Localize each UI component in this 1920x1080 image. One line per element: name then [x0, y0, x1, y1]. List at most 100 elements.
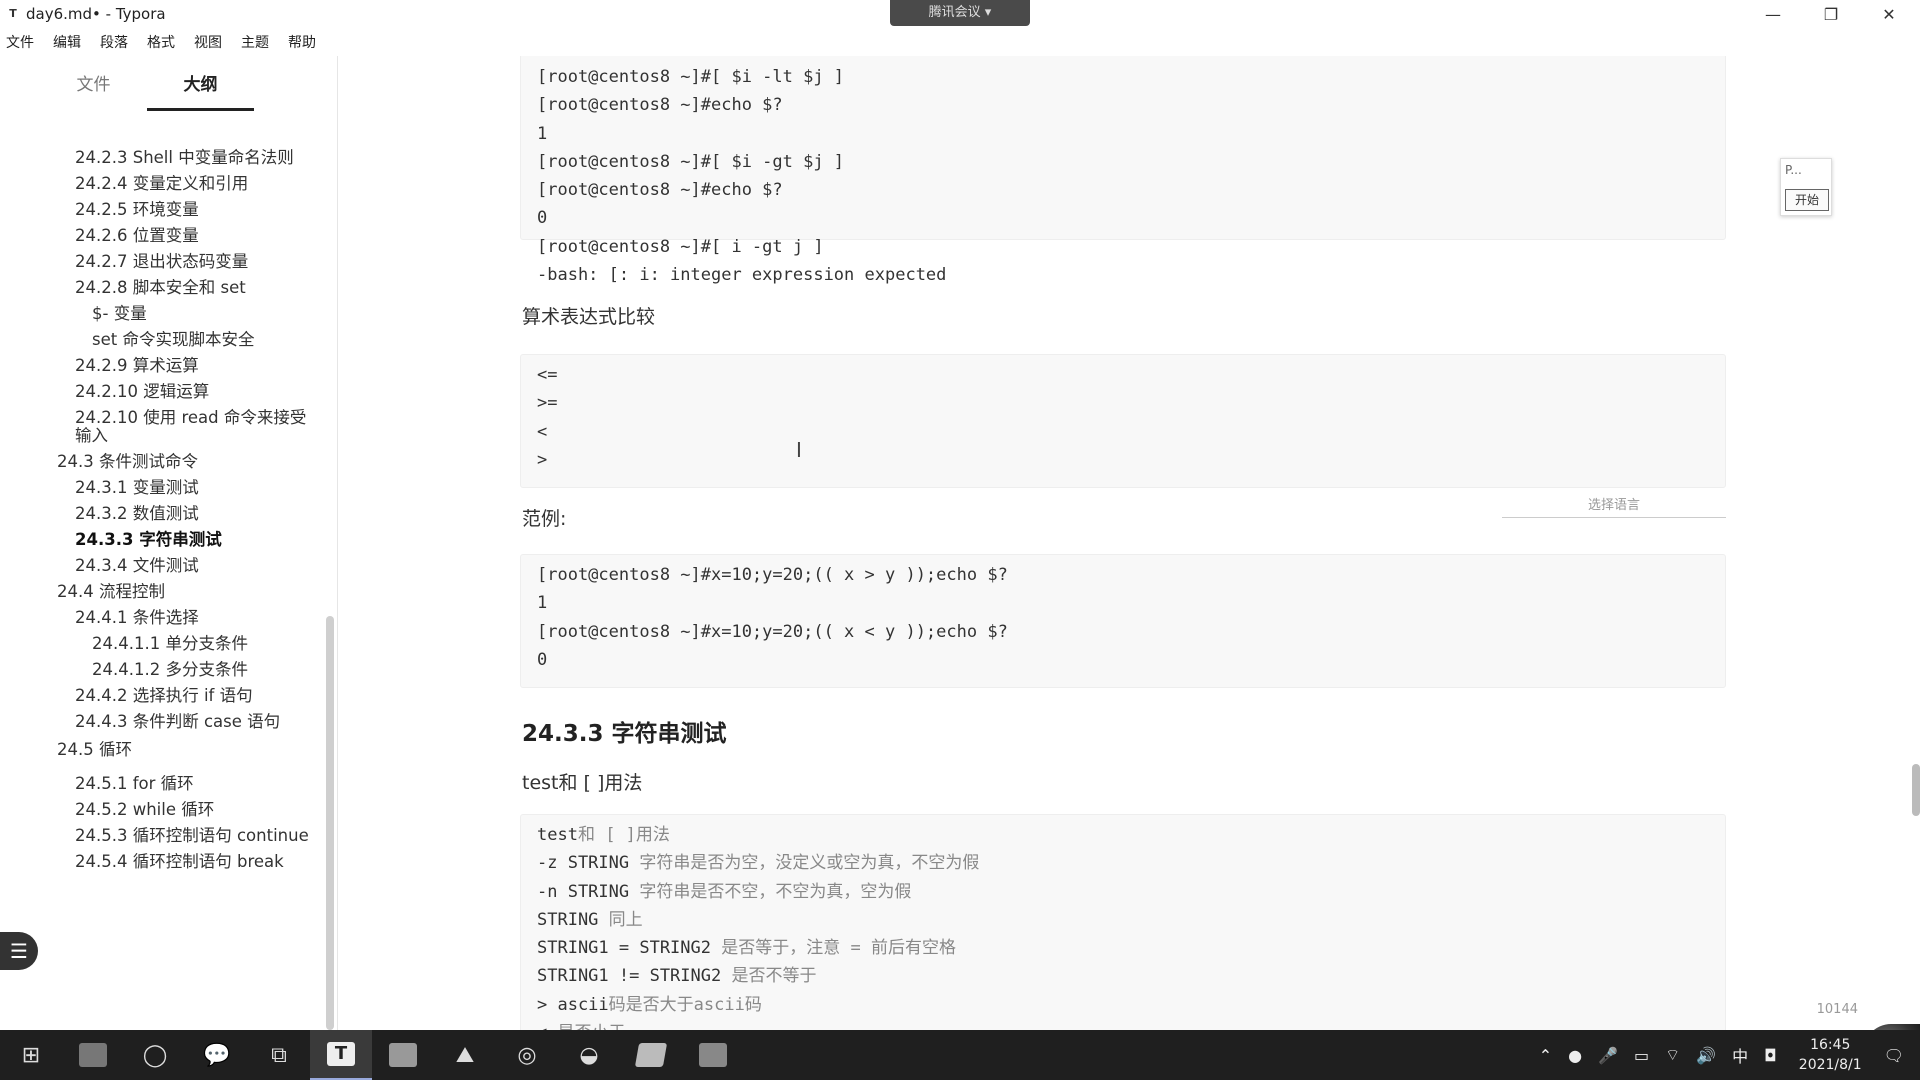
code-line: >=: [537, 393, 558, 414]
outline-item[interactable]: 24.5.3 循环控制语句 continue: [75, 822, 309, 846]
spiral-app-icon[interactable]: ◒: [558, 1030, 620, 1080]
window-title: day6.md• - Typora: [26, 5, 166, 23]
code-line: [root@centos8 ~]#echo $?: [537, 95, 783, 116]
code-line: -bash: [: i: integer expression expected: [537, 265, 947, 286]
start-button[interactable]: 开始: [1785, 189, 1829, 211]
outline-item[interactable]: 24.4.1 条件选择: [75, 604, 199, 628]
meeting-indicator[interactable]: 腾讯会议 ▾: [890, 0, 1030, 26]
notification-icon[interactable]: 🗨: [1884, 1046, 1904, 1065]
code-block-string-test[interactable]: test和 [ ]用法 -z STRING 字符串是否为空，没定义或空为真，不空为…: [520, 814, 1726, 1030]
outline-item[interactable]: 24.3.2 数值测试: [75, 500, 199, 524]
outline-item[interactable]: 24.2.4 变量定义和引用: [75, 170, 248, 194]
code-text: STRING1 != STRING2: [537, 966, 732, 987]
menu-view[interactable]: 视图: [194, 32, 222, 52]
code-text: <: [537, 1023, 557, 1030]
typora-app-icon: T: [9, 7, 17, 20]
system-tray: ⌃ ● 🎤 ▭ ⌔ 🔊 中 ◘ 16:45 2021/8/1 🗨: [1531, 1030, 1920, 1080]
outline-item[interactable]: 24.2.9 算术运算: [75, 352, 199, 376]
outline-item[interactable]: 24.4.3 条件判断 case 语句: [75, 708, 280, 732]
code-line: 1: [537, 593, 548, 614]
paragraph-example[interactable]: 范例:: [522, 504, 566, 531]
menu-edit[interactable]: 编辑: [53, 32, 81, 52]
outline-item[interactable]: 24.3.4 文件测试: [75, 552, 199, 576]
editor-scrollbar[interactable]: [1912, 764, 1920, 816]
text-cursor-icon: I: [796, 438, 802, 462]
battery-icon[interactable]: ▭: [1634, 1046, 1649, 1065]
maximize-button[interactable]: ❐: [1802, 0, 1860, 28]
code-line: [root@centos8 ~]#[ $i -gt $j ]: [537, 151, 845, 172]
outline-item[interactable]: 24.3 条件测试命令: [57, 448, 198, 472]
outline-item[interactable]: 24.3.3 字符串测试: [75, 526, 222, 550]
clock[interactable]: 16:45 2021/8/1: [1799, 1035, 1862, 1075]
menu-theme[interactable]: 主题: [241, 32, 269, 52]
outline-item[interactable]: set 命令实现脚本安全: [92, 326, 254, 350]
taskbar: ⊞ ◯ 💬 ⧉ T ⛰ ◎ ◒ ⌃ ● 🎤 ▭ ⌔ 🔊 中 ◘ 16:45 20…: [0, 1030, 1920, 1080]
outline-item[interactable]: 24.2.10 使用 read 命令来接受: [75, 404, 306, 428]
windows-start-icon[interactable]: ⊞: [0, 1030, 62, 1080]
code-block-int-compare[interactable]: [root@centos8 ~]#[ $i -lt $j ] [root@cent…: [520, 56, 1726, 285]
outline-item[interactable]: 24.4.1.1 单分支条件: [92, 630, 248, 654]
outline-item[interactable]: 24.5.1 for 循环: [75, 770, 194, 794]
code-block-operators[interactable]: <= >= < >: [520, 354, 1726, 488]
recorder-app-icon[interactable]: [62, 1030, 124, 1080]
photos-icon[interactable]: ⛰: [434, 1030, 496, 1080]
code-comment: 码是否大于ascii码: [608, 994, 762, 1015]
outline-item[interactable]: 输入: [75, 422, 108, 446]
outline-item[interactable]: 24.2.7 退出状态码变量: [75, 248, 248, 272]
chevron-up-icon[interactable]: ⌃: [1539, 1046, 1552, 1065]
sidebar: 文件 大纲 24.2.3 Shell 中变量命名法则 24.2.4 变量定义和引用…: [0, 56, 338, 1030]
clock-time: 16:45: [1810, 1037, 1851, 1053]
network-icon[interactable]: ⌔: [1665, 1045, 1680, 1065]
outline-item[interactable]: 24.4.2 选择执行 if 语句: [75, 682, 253, 706]
qq-icon[interactable]: ◘: [1764, 1046, 1777, 1065]
outline-item[interactable]: 24.2.5 环境变量: [75, 196, 199, 220]
paragraph-test-usage[interactable]: test和 [ ]用法: [522, 768, 642, 795]
menu-format[interactable]: 格式: [147, 32, 175, 52]
heading-string-test[interactable]: 24.3.3 字符串测试: [522, 714, 727, 748]
sidebar-scrollbar[interactable]: [326, 616, 334, 1030]
code-line: <: [537, 421, 548, 442]
outline-item[interactable]: 24.2.10 逻辑运算: [75, 378, 209, 402]
tab-files[interactable]: 文件: [40, 56, 147, 114]
outline-item[interactable]: 24.5.2 while 循环: [75, 796, 214, 820]
outline-item[interactable]: $- 变量: [92, 300, 147, 324]
word-count[interactable]: 10144: [1817, 1002, 1858, 1017]
app-tray-icon[interactable]: ●: [1568, 1046, 1582, 1065]
language-select[interactable]: 选择语言: [1502, 494, 1726, 518]
microphone-icon[interactable]: 🎤: [1598, 1046, 1618, 1065]
notes-icon[interactable]: [620, 1030, 682, 1080]
outline-item[interactable]: 24.4.1.2 多分支条件: [92, 656, 248, 680]
volume-icon[interactable]: 🔊: [1696, 1046, 1716, 1065]
file-explorer-icon[interactable]: [372, 1030, 434, 1080]
outline-item[interactable]: 24.2.6 位置变量: [75, 222, 199, 246]
outline-toggle-icon[interactable]: ☰: [0, 932, 38, 970]
ime-indicator[interactable]: 中: [1732, 1043, 1748, 1067]
outline-item[interactable]: 24.2.8 脚本安全和 set: [75, 274, 246, 298]
code-text: -n STRING: [537, 881, 640, 902]
menu-file[interactable]: 文件: [6, 32, 34, 52]
circle-app-icon[interactable]: ◯: [124, 1030, 186, 1080]
outline-item[interactable]: 24.2.3 Shell 中变量命名法则: [75, 144, 294, 168]
outline-item[interactable]: 24.3.1 变量测试: [75, 474, 199, 498]
wechat-icon[interactable]: 💬: [186, 1030, 248, 1080]
outline-item[interactable]: 24.4 流程控制: [57, 578, 165, 602]
paragraph-arith-compare[interactable]: 算术表达式比较: [522, 302, 655, 329]
editor[interactable]: [root@centos8 ~]#[ $i -lt $j ] [root@cent…: [338, 56, 1920, 1030]
minimize-button[interactable]: —: [1744, 0, 1802, 28]
code-line: STRING1 = STRING2 是否等于，注意 = 前后有空格: [537, 934, 1709, 962]
menu-help[interactable]: 帮助: [288, 32, 316, 52]
code-comment: 字符串是否不空，不空为真，空为假: [639, 881, 912, 902]
menu-paragraph[interactable]: 段落: [100, 32, 128, 52]
typora-taskbar-icon[interactable]: T: [310, 1030, 372, 1080]
outline-item[interactable]: 24.5 循环: [57, 736, 132, 760]
code-block-example[interactable]: [root@centos8 ~]#x=10;y=20;(( x > y ));e…: [520, 554, 1726, 688]
outline-item[interactable]: 24.5.4 循环控制语句 break: [75, 848, 284, 872]
copy-app-icon[interactable]: ⧉: [248, 1030, 310, 1080]
music-icon[interactable]: ◎: [496, 1030, 558, 1080]
code-line: test和 [ ]用法: [537, 821, 1709, 849]
clock-date: 2021/8/1: [1798, 1057, 1862, 1073]
close-button[interactable]: ✕: [1860, 0, 1918, 28]
recorder2-app-icon[interactable]: [682, 1030, 744, 1080]
tab-outline[interactable]: 大纲: [147, 56, 254, 111]
title-bar: T day6.md• - Typora 腾讯会议 ▾ — ❐ ✕: [0, 0, 1920, 28]
